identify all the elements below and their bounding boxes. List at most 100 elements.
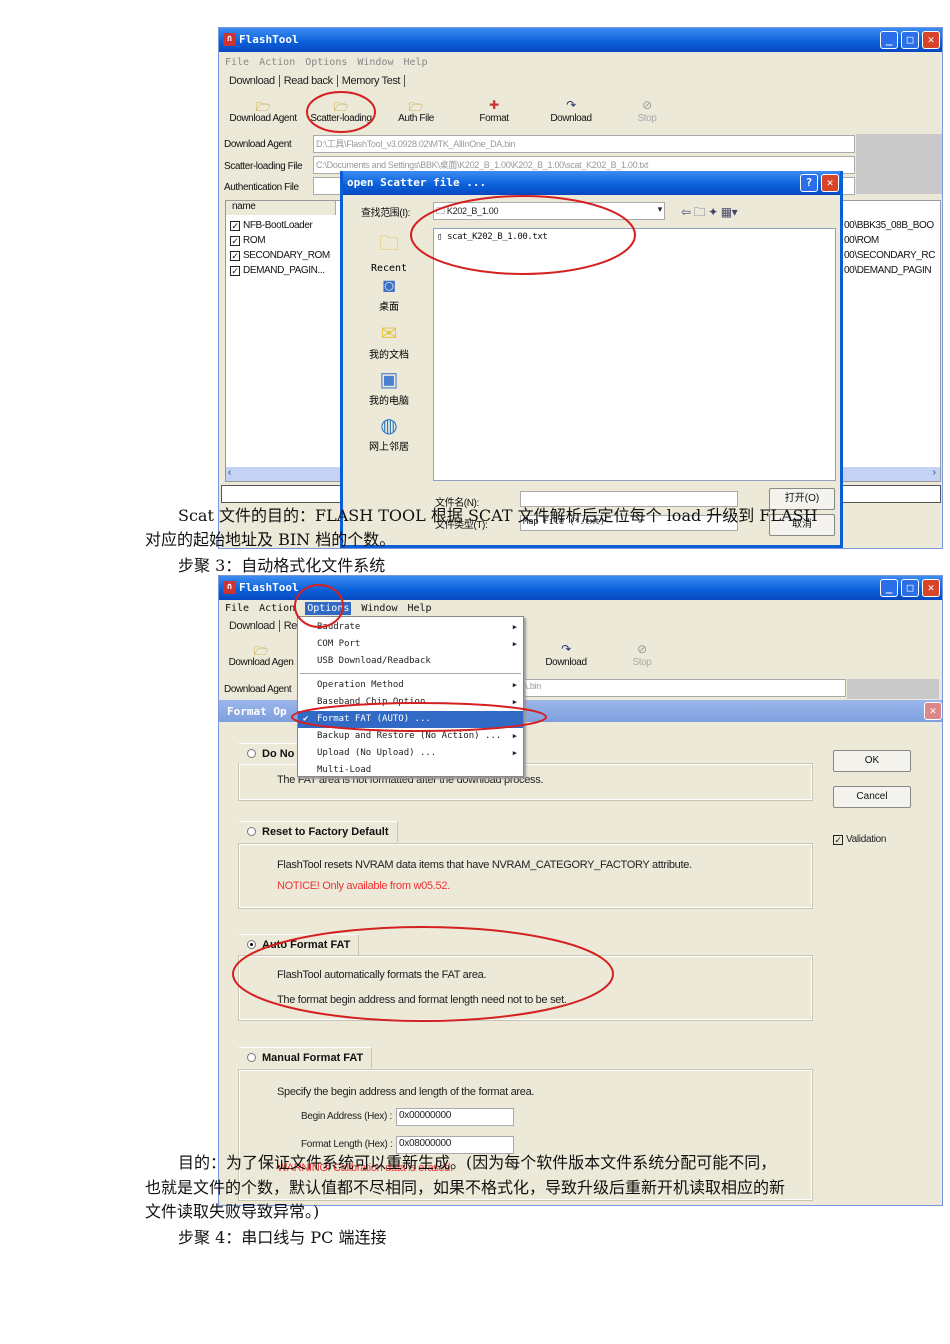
place-desktop[interactable]: ◙ 桌面 (355, 275, 423, 321)
download-button[interactable]: ↷ Download (531, 98, 611, 124)
radio-do-not-format[interactable]: Do No (239, 743, 304, 764)
radio-reset-factory[interactable]: Reset to Factory Default (239, 821, 398, 842)
paragraph-format-purpose-line2: 也就是文件的个数，默认值都不尽相同，如果不格式化，导致升级后重新开机读取相应的新 (145, 1178, 786, 1197)
window-title: FlashTool (239, 581, 299, 594)
radio-auto-format[interactable]: Auto Format FAT (239, 934, 360, 955)
checkbox-checked[interactable]: ✓ (230, 266, 240, 276)
tab-memory-test[interactable]: Memory Test (337, 75, 406, 87)
menu-item-format-fat[interactable]: ✔ Format FAT (AUTO) ... (298, 711, 523, 728)
cancel-button[interactable]: Cancel (833, 786, 911, 808)
menu-bar: File Action Options Window Help (225, 602, 442, 615)
minimize-button[interactable]: _ (880, 579, 898, 597)
stop-icon: ⊘ (637, 642, 647, 656)
paragraph-scat-purpose-line1: Scat 文件的目的：FLASH TOOL 根据 SCAT 文件解析后定位每个 … (178, 506, 818, 525)
look-in-select[interactable]: 🗀 K202_B_1.00 ▾ (433, 202, 665, 220)
checkbox-checked[interactable]: ✓ (230, 221, 240, 231)
place-my-computer[interactable]: ▣ 我的电脑 (355, 367, 423, 413)
list-item[interactable]: ✓ SECONDARY_ROM (230, 250, 330, 261)
radio-manual-format[interactable]: Manual Format FAT (239, 1047, 373, 1068)
minimize-button[interactable]: _ (880, 31, 898, 49)
stop-button[interactable]: ⊘ Stop (602, 642, 682, 668)
place-network[interactable]: ◍ 网上邻居 (355, 413, 423, 459)
help-button[interactable]: ? (800, 174, 818, 192)
new-folder-icon[interactable]: ✦ (708, 205, 718, 219)
scroll-left-icon[interactable]: ‹ (228, 467, 231, 478)
checkbox-checked[interactable]: ✓ (230, 236, 240, 246)
menu-item-baseband-chip[interactable]: Baseband Chip Option ▶ (298, 694, 523, 711)
stop-button[interactable]: ⊘ Stop (607, 98, 687, 124)
menu-window[interactable]: Window (361, 603, 397, 614)
menu-item-com-port[interactable]: COM Port ▶ (298, 636, 523, 653)
menu-options[interactable]: Options (305, 57, 347, 68)
dialog-title: Format Op (227, 705, 287, 718)
submenu-arrow-icon: ▶ (512, 681, 517, 689)
group-auto-format (238, 955, 813, 1021)
radio-button[interactable] (247, 749, 256, 758)
tab-read-back[interactable]: Read back (279, 75, 338, 87)
checkmark-icon: ✔ (303, 714, 309, 724)
download-agent-button[interactable]: 🗁 Download Agent (223, 98, 303, 124)
download-agent-input[interactable]: A.bin (519, 679, 846, 697)
submenu-arrow-icon: ▶ (512, 732, 517, 740)
maximize-button[interactable]: □ (901, 31, 919, 49)
download-agent-button[interactable]: 🗁 Download Agen (221, 642, 301, 668)
list-item[interactable]: ✓ DEMAND_PAGIN... (230, 265, 325, 276)
auth-file-button[interactable]: 🗁 Auth File (376, 98, 456, 124)
tab-download[interactable]: Download (225, 75, 280, 87)
checkbox-checked[interactable]: ✓ (833, 835, 843, 845)
menu-item-backup-restore[interactable]: Backup and Restore (No Action) ... ▶ (298, 728, 523, 745)
stop-icon: ⊘ (642, 98, 652, 112)
dialog-close-button[interactable]: ✕ (924, 702, 942, 720)
scatter-loading-button[interactable]: 🗁 Scatter-loading (301, 98, 381, 124)
checkbox-checked[interactable]: ✓ (230, 251, 240, 261)
menu-options[interactable]: Options (305, 602, 352, 615)
menu-item-usb-download[interactable]: USB Download/Readback (298, 653, 523, 670)
menu-item-operation-method[interactable]: Operation Method ▶ (298, 677, 523, 694)
menu-help[interactable]: Help (404, 57, 428, 68)
menu-window[interactable]: Window (357, 57, 393, 68)
place-my-documents[interactable]: ✉ 我的文档 (355, 321, 423, 367)
list-item[interactable]: ✓ NFB-BootLoader (230, 220, 313, 231)
menu-help[interactable]: Help (408, 603, 432, 614)
maximize-button[interactable]: □ (901, 579, 919, 597)
column-header-name[interactable]: name (226, 201, 336, 215)
file-item[interactable]: ▯ scat_K202_B_1.00.txt (437, 232, 548, 242)
up-folder-icon[interactable]: 🗀 (694, 205, 706, 219)
dialog-title-bar: open Scatter file ... ? ✕ (343, 171, 840, 195)
back-icon[interactable]: ⇦ (681, 205, 691, 219)
scroll-right-icon[interactable]: › (933, 467, 936, 478)
folder-icon: 🗀 (379, 233, 399, 255)
submenu-arrow-icon: ▶ (512, 698, 517, 706)
documents-icon: ✉ (380, 323, 398, 345)
window-title: FlashTool (239, 33, 299, 46)
folder-open-icon: 🗁 (333, 100, 349, 114)
list-item-path: 00\SECONDARY_RC (844, 250, 936, 261)
download-agent-input[interactable]: D:\工具\FlashTool_v3.0928.02\MTK_AllInOne_… (313, 135, 855, 153)
dialog-close-button[interactable]: ✕ (821, 174, 839, 192)
format-button[interactable]: ✚ Format (454, 98, 534, 124)
close-button[interactable]: ✕ (922, 579, 940, 597)
menu-file[interactable]: File (225, 57, 249, 68)
submenu-arrow-icon: ▶ (512, 640, 517, 648)
close-button[interactable]: ✕ (922, 31, 940, 49)
menu-item-multi-load[interactable]: Multi-Load (298, 762, 523, 779)
step-4-heading: 步聚 4：串口线与 PC 端连接 (178, 1228, 387, 1247)
tab-download[interactable]: Download (225, 620, 280, 632)
path-panel-bg (847, 679, 939, 699)
begin-address-input[interactable]: 0x00000000 (396, 1108, 514, 1126)
menu-item-upload[interactable]: Upload (No Upload) ... ▶ (298, 745, 523, 762)
validation-checkbox[interactable]: ✓ Validation (833, 834, 886, 845)
list-item[interactable]: ✓ ROM (230, 235, 266, 246)
view-menu-icon[interactable]: ▦▾ (721, 205, 738, 219)
ok-button[interactable]: OK (833, 750, 911, 772)
radio-button-selected[interactable] (247, 940, 256, 949)
menu-item-baudrate[interactable]: Baudrate ▶ (298, 619, 523, 636)
radio-button[interactable] (247, 1053, 256, 1062)
radio-button[interactable] (247, 827, 256, 836)
computer-icon: ▣ (379, 369, 399, 391)
download-button[interactable]: ↷ Download (526, 642, 606, 668)
place-recent[interactable]: 🗀 Recent (355, 229, 423, 275)
menu-action[interactable]: Action (259, 603, 295, 614)
menu-action[interactable]: Action (259, 57, 295, 68)
menu-file[interactable]: File (225, 603, 249, 614)
